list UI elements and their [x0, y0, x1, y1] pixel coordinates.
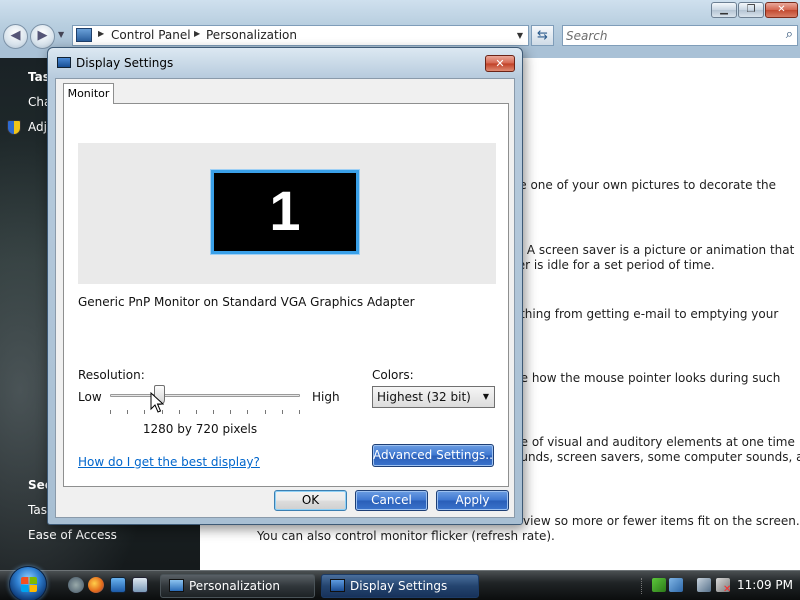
dialog-title: Display Settings — [76, 56, 174, 70]
monitor-preview-area: 1 — [78, 143, 496, 284]
search-input[interactable] — [566, 28, 771, 43]
resolution-label: Resolution: — [78, 368, 145, 382]
address-bar[interactable]: ▶ Control Panel ▶ Personalization ▼ — [72, 25, 529, 46]
best-display-help-link[interactable]: How do I get the best display? — [78, 455, 260, 469]
network-icon[interactable] — [697, 578, 711, 592]
nav-item-ease-of-access[interactable]: Ease of Access — [28, 528, 117, 542]
firefox-icon[interactable] — [88, 577, 104, 593]
breadcrumb-separator-icon[interactable]: ▶ — [98, 29, 104, 38]
dropdown-arrow-icon[interactable]: ▼ — [483, 387, 489, 407]
quick-launch-desktop-icon[interactable] — [68, 577, 84, 593]
theme-description-2: ounds, screen savers, some computer soun… — [513, 450, 800, 464]
resolution-slider[interactable] — [110, 385, 300, 415]
screen-saver-description-2: ter is idle for a set period of time. — [513, 258, 715, 272]
minimize-button[interactable]: ▁ — [711, 2, 737, 18]
slider-tick — [282, 410, 283, 414]
cancel-button[interactable]: Cancel — [355, 490, 428, 511]
slider-tick — [144, 410, 145, 414]
display-settings-dialog: Display Settings ✕ Monitor 1 Generic PnP… — [47, 47, 523, 525]
monitor-tab-panel: 1 Generic PnP Monitor on Standard VGA Gr… — [63, 103, 509, 487]
theme-description: ge of visual and auditory elements at on… — [513, 435, 795, 449]
display-settings-icon — [330, 579, 345, 592]
screen-saver-description: s. A screen saver is a picture or animat… — [513, 243, 795, 257]
search-icon[interactable]: ⌕ — [786, 27, 793, 42]
slider-tick — [247, 410, 248, 414]
dialog-body: Monitor 1 Generic PnP Monitor on Standar… — [55, 78, 515, 518]
uac-shield-icon — [7, 120, 21, 135]
breadcrumb-control-panel[interactable]: Control Panel — [111, 28, 191, 42]
windows-logo-icon — [21, 577, 37, 592]
breadcrumb-personalization[interactable]: Personalization — [206, 28, 297, 42]
forward-button[interactable]: ▶ — [30, 24, 55, 49]
desktop-background-description: se one of your own pictures to decorate … — [513, 178, 777, 192]
display-settings-icon — [57, 57, 71, 68]
mouse-pointers-description: ge how the mouse pointer looks during su… — [513, 371, 781, 385]
control-panel-icon — [76, 28, 92, 42]
display-settings-description-2: You can also control monitor flicker (re… — [257, 529, 555, 543]
display-settings-description: view so more or fewer items fit on the s… — [523, 514, 800, 528]
tray-app-icon[interactable] — [669, 578, 683, 592]
dialog-close-button[interactable]: ✕ — [485, 55, 515, 72]
start-button[interactable] — [9, 566, 47, 600]
resolution-high-label: High — [312, 390, 340, 404]
slider-tick — [230, 410, 231, 414]
switch-windows-icon[interactable] — [132, 577, 148, 593]
monitor-adapter-label: Generic PnP Monitor on Standard VGA Grap… — [78, 295, 415, 309]
taskbar-item-label: Display Settings — [350, 579, 448, 593]
tray-app-icon[interactable] — [652, 578, 666, 592]
tab-monitor[interactable]: Monitor — [63, 83, 114, 104]
personalization-icon — [169, 579, 184, 592]
slider-tick — [196, 410, 197, 414]
mouse-cursor-icon — [150, 392, 164, 413]
resolution-value: 1280 by 720 pixels — [142, 422, 258, 436]
taskbar-item-display-settings[interactable]: Display Settings — [321, 574, 479, 598]
muted-indicator-icon: ✕ — [723, 584, 732, 595]
tray-divider — [641, 578, 644, 594]
resolution-slider-track[interactable] — [110, 394, 300, 397]
clock[interactable]: 11:09 PM — [737, 578, 793, 592]
slider-tick — [213, 410, 214, 414]
maximize-button[interactable]: ❐ — [738, 2, 764, 18]
search-box[interactable]: ⌕ — [562, 25, 798, 46]
recent-pages-dropdown-icon[interactable]: ▼ — [58, 30, 64, 39]
address-dropdown-icon[interactable]: ▼ — [517, 31, 523, 40]
breadcrumb-separator-icon[interactable]: ▶ — [194, 29, 200, 38]
slider-tick — [127, 410, 128, 414]
taskbar: Personalization Display Settings ✕ 11:09… — [0, 566, 800, 600]
back-button[interactable]: ◀ — [3, 24, 28, 49]
sounds-description: ything from getting e-mail to emptying y… — [513, 307, 779, 321]
slider-tick — [265, 410, 266, 414]
nav-item-taskbar[interactable]: Tas — [28, 503, 47, 517]
resolution-low-label: Low — [78, 390, 102, 404]
slider-tick — [179, 410, 180, 414]
taskbar-item-label: Personalization — [189, 579, 280, 593]
close-window-button[interactable]: ✕ — [765, 2, 798, 18]
slider-tick — [110, 410, 111, 414]
taskbar-item-personalization[interactable]: Personalization — [160, 574, 315, 598]
slider-tick — [299, 410, 300, 414]
show-desktop-icon[interactable] — [110, 577, 126, 593]
apply-button[interactable]: Apply — [436, 490, 509, 511]
advanced-settings-button[interactable]: Advanced Settings... — [372, 444, 497, 467]
monitor-1-tile[interactable]: 1 — [211, 170, 359, 254]
colors-dropdown[interactable]: Highest (32 bit) ▼ — [372, 386, 495, 408]
colors-label: Colors: — [372, 368, 414, 382]
refresh-button[interactable]: ⇆ — [531, 25, 554, 46]
colors-selected-value: Highest (32 bit) — [377, 390, 471, 404]
ok-button[interactable]: OK — [274, 490, 347, 511]
nav-item-adjust[interactable]: Adj — [28, 120, 47, 134]
